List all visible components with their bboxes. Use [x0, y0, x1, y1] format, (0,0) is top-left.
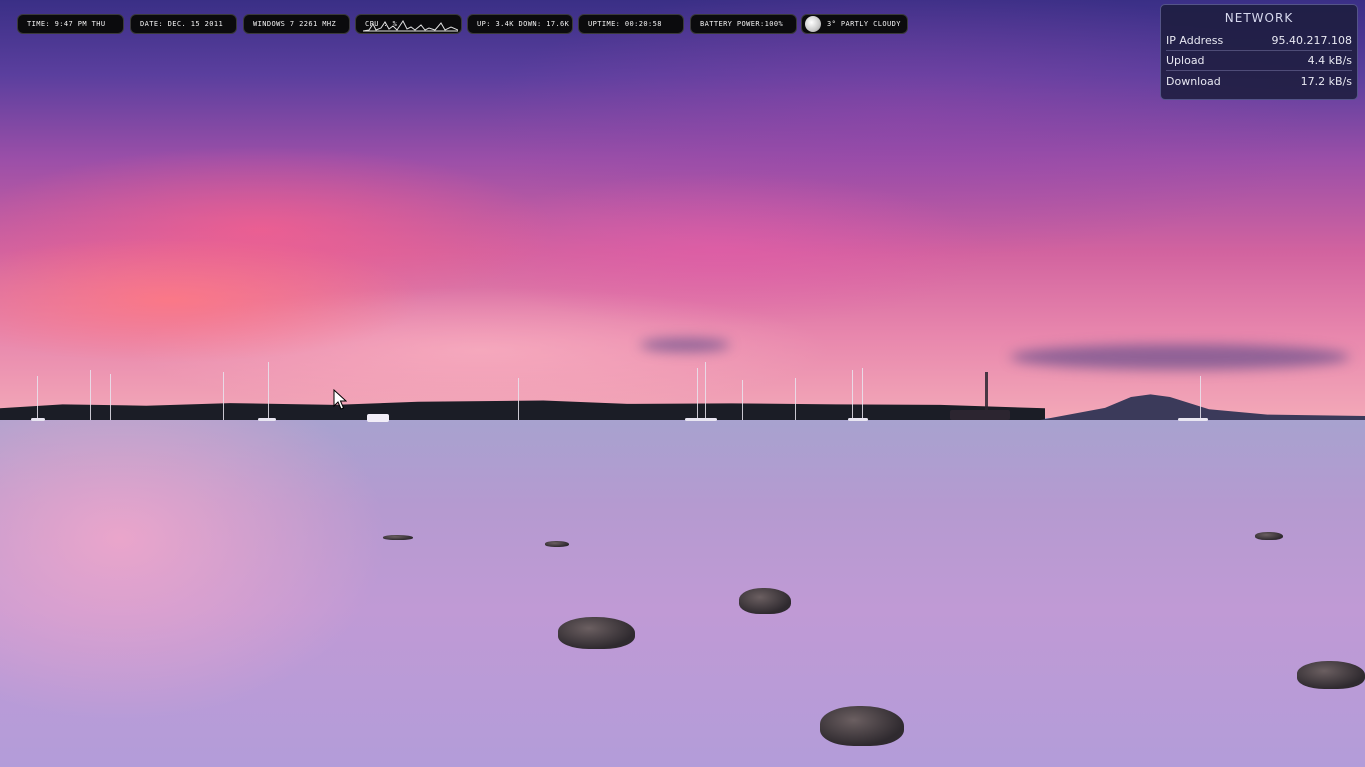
time-widget[interactable]: TIME: 9:47 PM THU [17, 14, 124, 34]
motorboat [367, 414, 389, 422]
upload-value: 4.4 kB/s [1307, 54, 1352, 67]
moored-barge [950, 410, 1010, 420]
sea [0, 418, 1365, 767]
rock [820, 706, 904, 746]
rock [1255, 532, 1283, 540]
bandwidth-widget[interactable]: UP: 3.4K DOWN: 17.6K [467, 14, 573, 34]
sailboat-mast [110, 374, 111, 420]
ip-value: 95.40.217.108 [1271, 34, 1352, 47]
sailboat-mast [697, 368, 698, 420]
system-widget[interactable]: WINDOWS 7 2261 MHZ [243, 14, 350, 34]
download-value: 17.2 kB/s [1300, 74, 1352, 88]
sailboat-hull [31, 418, 45, 421]
date-widget[interactable]: DATE: DEC. 15 2011 [130, 14, 237, 34]
date-text: DATE: DEC. 15 2011 [140, 20, 224, 28]
partly-cloudy-icon [805, 16, 821, 32]
sailboat-hull [1178, 418, 1208, 421]
rock [383, 535, 413, 540]
weather-text: 3° PARTLY CLOUDY [827, 20, 901, 28]
network-row-upload: Upload 4.4 kB/s [1166, 51, 1352, 71]
rock [545, 541, 569, 547]
sailboat-mast [852, 370, 853, 420]
sailboat-hull [848, 418, 868, 421]
sailboat-mast [705, 362, 706, 420]
network-title: NETWORK [1224, 11, 1294, 25]
cpu-widget[interactable]: CPU : % [355, 14, 462, 34]
sailboat-mast [795, 378, 796, 420]
sailboat-mast [37, 376, 38, 420]
bandwidth-text: UP: 3.4K DOWN: 17.6K [477, 20, 570, 28]
rock [1297, 661, 1365, 689]
weather-widget[interactable]: 3° PARTLY CLOUDY [801, 14, 908, 34]
sailboat-mast [90, 370, 91, 420]
sailboat-mast [1200, 376, 1201, 420]
network-row-download: Download 17.2 kB/s [1166, 71, 1352, 91]
system-text: WINDOWS 7 2261 MHZ [253, 20, 337, 28]
ip-label: IP Address [1166, 34, 1224, 47]
sailboat-hull [685, 418, 717, 421]
sailboat-mast [518, 378, 519, 420]
download-label: Download [1166, 74, 1221, 88]
sailboat-mast [742, 380, 743, 420]
cloud-band [1010, 344, 1350, 370]
rock [558, 617, 635, 649]
network-row-ip: IP Address 95.40.217.108 [1166, 31, 1352, 51]
mouse-pointer-icon [333, 389, 347, 410]
desktop-wallpaper [0, 0, 1365, 767]
network-panel[interactable]: NETWORK IP Address 95.40.217.108 Upload … [1160, 4, 1358, 100]
battery-text: BATTERY POWER:100% [700, 20, 784, 28]
sailboat-mast [223, 372, 224, 420]
uptime-widget[interactable]: UPTIME: 00:20:58 [578, 14, 684, 34]
time-text: TIME: 9:47 PM THU [27, 20, 106, 28]
cpu-text: CPU : % [365, 20, 398, 28]
sailboat-mast [862, 368, 863, 420]
upload-label: Upload [1166, 54, 1205, 67]
cloud-band [640, 338, 730, 352]
sailboat-mast [268, 362, 269, 420]
rock [739, 588, 791, 614]
sailboat-hull [258, 418, 276, 421]
battery-widget[interactable]: BATTERY POWER:100% [690, 14, 797, 34]
uptime-text: UPTIME: 00:20:58 [588, 20, 662, 28]
